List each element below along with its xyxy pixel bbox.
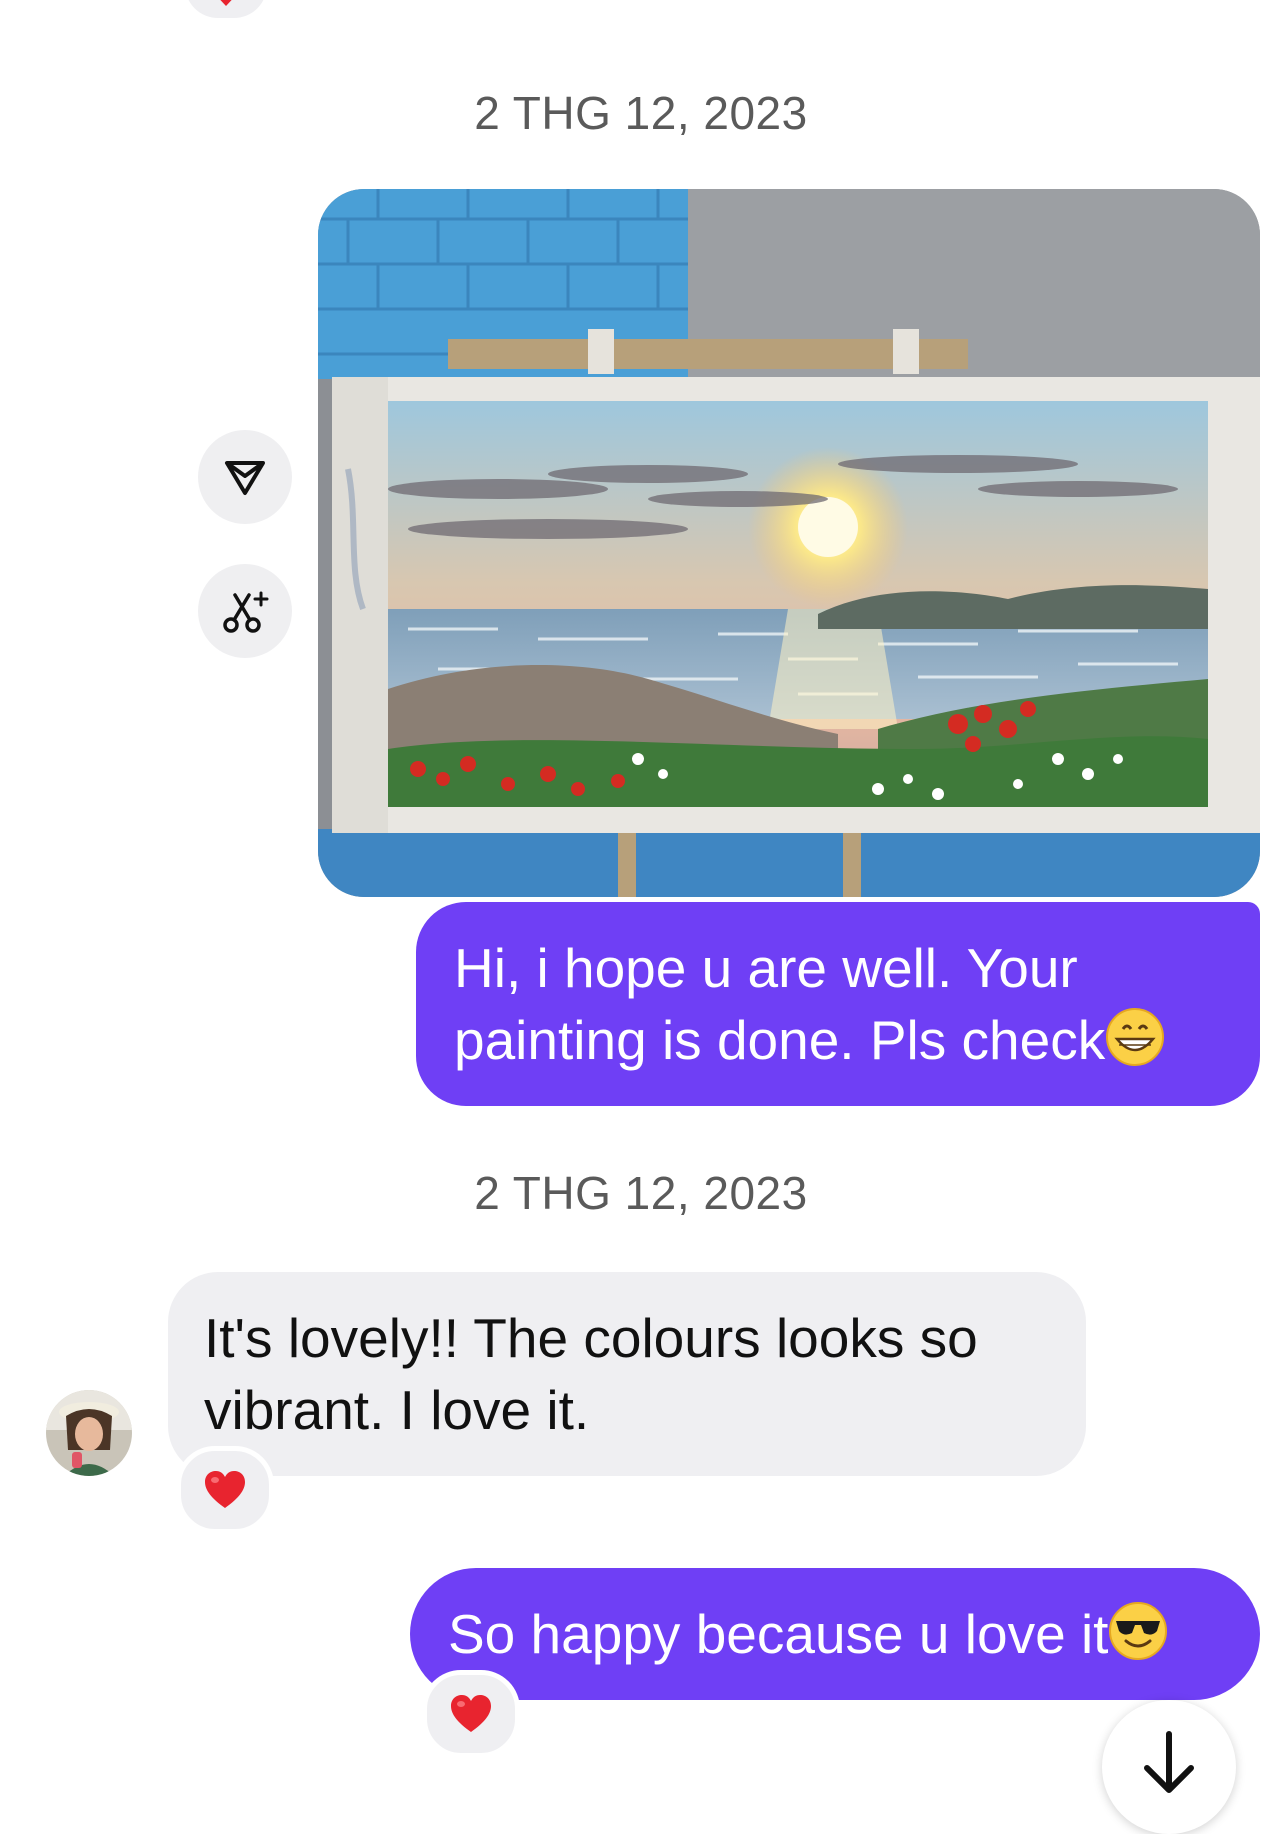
send-icon — [225, 461, 265, 495]
heart-icon — [205, 1471, 245, 1508]
date-separator: 2 THG 12, 2023 — [474, 87, 808, 139]
outgoing-message[interactable]: So happy because u love it — [410, 1568, 1260, 1700]
message-text-line: It's lovely!! The colours looks so — [204, 1307, 978, 1369]
message-text-line: vibrant. I love it. — [204, 1379, 590, 1441]
reaction-heart-partial[interactable] — [185, 0, 267, 18]
avatar[interactable] — [46, 1390, 132, 1476]
painting-photo[interactable] — [318, 189, 1260, 897]
smiling-face-with-sunglasses-icon — [1109, 1602, 1168, 1660]
incoming-message[interactable]: It's lovely!! The colours looks so vibra… — [168, 1272, 1086, 1476]
message-text-line2: painting is done. Pls check — [454, 1009, 1106, 1071]
outgoing-message[interactable]: Hi, i hope u are well. Your painting is … — [416, 902, 1260, 1106]
reaction-heart[interactable] — [176, 1446, 274, 1534]
scroll-to-bottom-button[interactable] — [1102, 1700, 1236, 1834]
date-separator: 2 THG 12, 2023 — [474, 1167, 808, 1219]
message-text-line: Hi, i hope u are well. Your — [454, 937, 1078, 999]
grinning-face-icon — [1106, 1008, 1165, 1066]
reaction-heart[interactable] — [422, 1670, 520, 1758]
arrow-down-icon — [1144, 1731, 1194, 1793]
share-button[interactable] — [198, 430, 292, 524]
scissors-sparkle-icon — [223, 591, 269, 633]
message-text-line: So happy because u love it — [448, 1603, 1109, 1665]
message-text-line: painting is done. Pls check — [454, 1004, 1224, 1076]
ai-edit-button[interactable] — [198, 564, 292, 658]
heart-icon — [220, 0, 232, 6]
heart-icon — [451, 1695, 491, 1732]
